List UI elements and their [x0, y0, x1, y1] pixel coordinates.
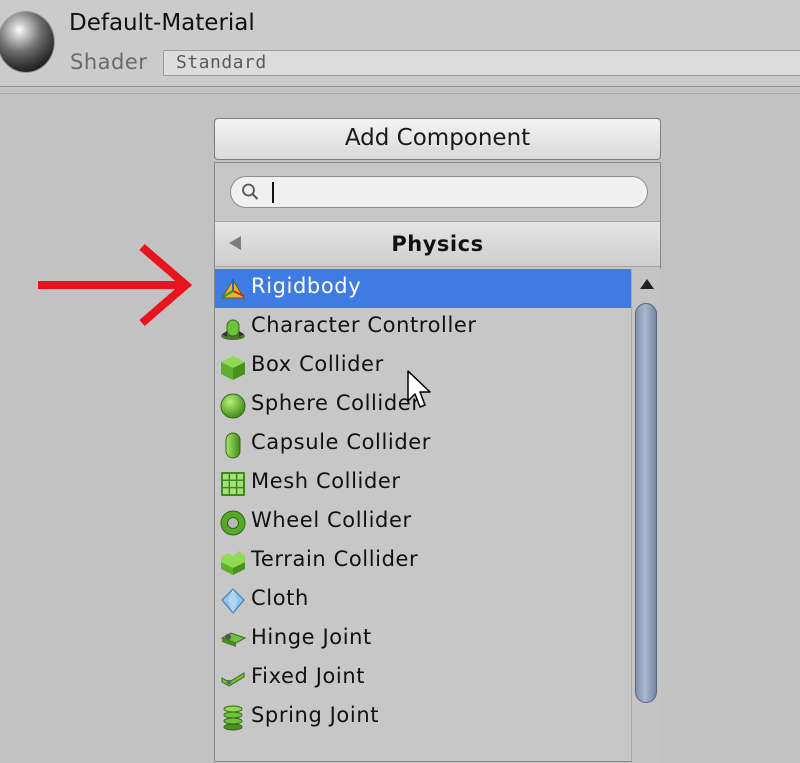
list-item-label: Rigidbody	[251, 274, 362, 298]
search-area	[215, 163, 660, 221]
box-collider-icon	[221, 356, 245, 380]
list-item-wheel-collider[interactable]: Wheel Collider	[215, 503, 631, 542]
list-item-hinge-joint[interactable]: Hinge Joint	[215, 620, 631, 659]
component-list: Rigidbody Character Controller Box Colli…	[215, 269, 631, 737]
list-item-fixed-joint[interactable]: Fixed Joint	[215, 659, 631, 698]
mouse-cursor-icon	[407, 370, 431, 408]
list-item-spring-joint[interactable]: Spring Joint	[215, 698, 631, 737]
list-item-label: Capsule Collider	[251, 430, 432, 454]
scroll-up-arrow-icon[interactable]	[640, 279, 654, 289]
list-scrollbar[interactable]	[631, 269, 661, 763]
search-icon	[242, 183, 259, 200]
material-title: Default-Material	[69, 10, 255, 36]
mesh-collider-icon	[221, 472, 245, 496]
list-item-terrain-collider[interactable]: Terrain Collider	[215, 542, 631, 581]
list-item-label: Cloth	[251, 586, 309, 610]
wheel-collider-icon	[220, 510, 246, 536]
list-item-capsule-collider[interactable]: Capsule Collider	[215, 425, 631, 464]
list-item-label: Box Collider	[251, 352, 384, 376]
rigidbody-icon	[221, 279, 245, 299]
list-item-label: Hinge Joint	[251, 625, 372, 649]
cloth-icon	[221, 588, 245, 614]
list-item-label: Terrain Collider	[251, 547, 419, 571]
list-item-label: Character Controller	[251, 313, 477, 337]
terrain-collider-icon	[221, 551, 245, 575]
list-item-mesh-collider[interactable]: Mesh Collider	[215, 464, 631, 503]
fixed-joint-icon	[221, 672, 245, 687]
list-item-label: Fixed Joint	[251, 664, 366, 688]
hinge-joint-icon	[220, 632, 247, 647]
spring-joint-icon	[223, 705, 243, 731]
shader-dropdown[interactable]: Standard	[163, 50, 800, 76]
sphere-collider-icon	[220, 393, 246, 419]
material-sphere-icon	[0, 12, 54, 72]
list-item-label: Spring Joint	[251, 703, 380, 727]
scroll-thumb[interactable]	[635, 303, 657, 703]
list-item-character-controller[interactable]: Character Controller	[215, 308, 631, 347]
shader-value: Standard	[176, 52, 267, 73]
annotation-arrow-icon	[38, 243, 193, 327]
category-header: Physics	[215, 221, 660, 267]
shader-label: Shader	[70, 50, 148, 74]
list-item-label: Wheel Collider	[251, 508, 412, 532]
character-controller-icon	[221, 319, 245, 340]
text-caret	[272, 182, 274, 203]
list-item-rigidbody[interactable]: Rigidbody	[215, 269, 631, 308]
category-title: Physics	[391, 232, 484, 256]
capsule-collider-icon	[225, 432, 241, 459]
list-item-label: Sphere Collider	[251, 391, 421, 415]
header-divider	[0, 93, 800, 94]
search-input[interactable]	[230, 176, 648, 208]
add-component-popup: Physics Rigidbody Character Controller B…	[214, 162, 661, 763]
list-item-label: Mesh Collider	[251, 469, 401, 493]
add-component-button[interactable]: Add Component	[214, 118, 661, 160]
material-header: Default-Material Shader Standard	[0, 0, 800, 87]
list-item-cloth[interactable]: Cloth	[215, 581, 631, 620]
